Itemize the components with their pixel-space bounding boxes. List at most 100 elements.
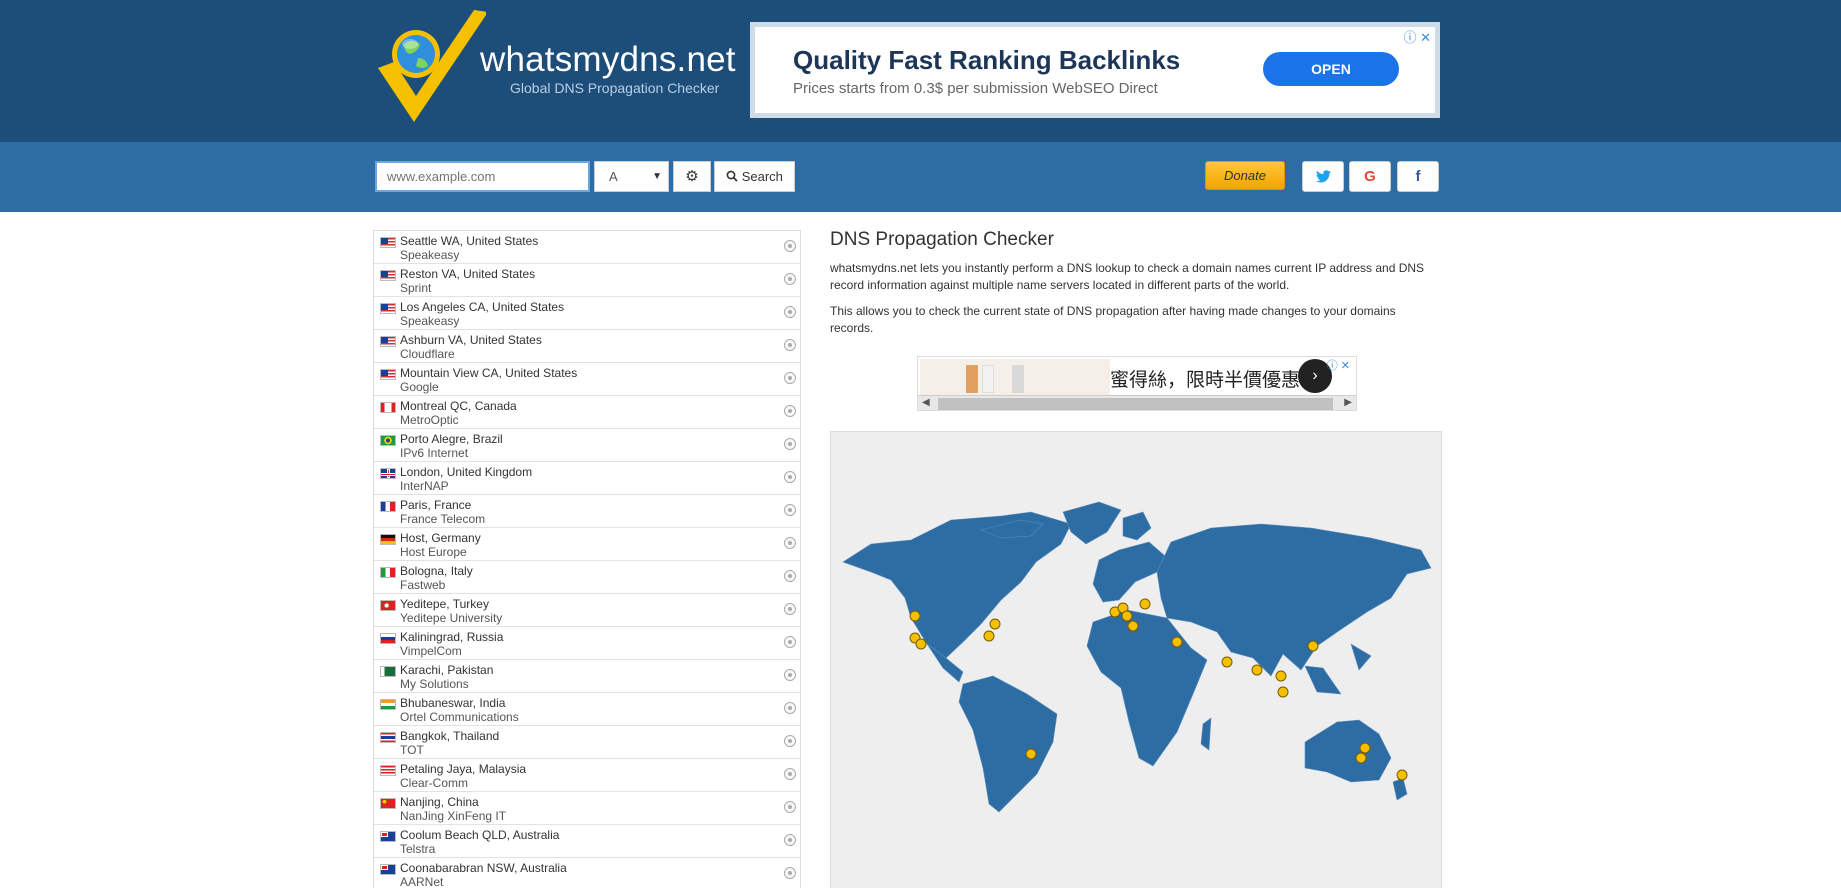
server-isp: Speakeasy [400,314,460,328]
server-location: Host, Germany [400,531,481,545]
server-row[interactable]: Petaling Jaya, Malaysia Clear-Comm [374,759,800,792]
advert-close-icon[interactable]: ⓘ ✕ [1327,357,1350,373]
flag-icon [380,534,396,545]
flag-icon [380,633,396,644]
server-location: Seattle WA, United States [400,234,539,248]
server-row[interactable]: Bangkok, Thailand TOT [374,726,800,759]
site-name: whatsmydns.net [480,40,736,79]
server-row[interactable]: Coolum Beach QLD, Australia Telstra [374,825,800,858]
flag-icon [380,303,396,314]
server-row[interactable]: Mountain View CA, United States Google [374,363,800,396]
top-advert[interactable]: Quality Fast Ranking Backlinks Prices st… [750,22,1440,118]
flag-icon [380,468,396,479]
flag-icon [380,666,396,677]
record-type-value: A [609,169,618,184]
server-location: London, United Kingdom [400,465,533,479]
world-map-graphic [842,501,1432,813]
server-isp: Sprint [400,281,432,295]
server-isp: MetroOptic [400,413,459,427]
server-isp: Yeditepe University [400,611,503,625]
flag-icon [380,600,396,611]
scroll-left-icon[interactable]: ◀ [922,397,930,408]
server-isp: France Telecom [400,512,486,526]
advert-scrollbar[interactable]: ◀ ▶ [918,395,1356,410]
flag-icon [380,336,396,347]
server-row[interactable]: Ashburn VA, United States Cloudflare [374,330,800,363]
advert-headline: Quality Fast Ranking Backlinks [793,45,1181,75]
settings-button[interactable]: ⚙ [673,161,711,192]
intro-paragraph: whatsmydns.net lets you instantly perfor… [830,261,1425,292]
search-icon [726,170,738,182]
server-location: Coolum Beach QLD, Australia [400,828,560,842]
donate-button[interactable]: Donate [1205,161,1285,190]
server-row[interactable]: Bhubaneswar, India Ortel Communications [374,693,800,726]
flag-icon [380,501,396,512]
status-icon [784,768,796,780]
server-location: Paris, France [400,498,472,512]
advert-open-button[interactable]: OPEN [1263,52,1399,86]
server-isp: Cloudflare [400,347,455,361]
world-map [830,431,1442,888]
google-icon: G [1364,168,1376,185]
server-row[interactable]: Seattle WA, United States Speakeasy [374,231,800,264]
record-type-select[interactable]: A ▼ [594,161,669,192]
server-row[interactable]: Coonabarabran NSW, Australia AARNet [374,858,800,888]
flag-icon [380,270,396,281]
server-row[interactable]: Karachi, Pakistan My Solutions [374,660,800,693]
server-isp: Host Europe [400,545,467,559]
twitter-button[interactable] [1302,161,1344,192]
server-row[interactable]: Host, Germany Host Europe [374,528,800,561]
flag-icon [380,831,396,842]
status-icon [784,372,796,384]
status-icon [784,801,796,813]
server-location: Bhubaneswar, India [400,696,506,710]
facebook-button[interactable]: f [1397,161,1439,192]
scroll-right-icon[interactable]: ▶ [1344,397,1352,408]
site-logo[interactable]: whatsmydns.net Global DNS Propagation Ch… [376,10,736,128]
site-tagline: Global DNS Propagation Checker [510,80,720,96]
server-row[interactable]: Bologna, Italy Fastweb [374,561,800,594]
status-icon [784,867,796,879]
server-row[interactable]: Montreal QC, Canada MetroOptic [374,396,800,429]
server-row[interactable]: Paris, France France Telecom [374,495,800,528]
scrollbar-thumb[interactable] [938,398,1333,410]
server-location: Coonabarabran NSW, Australia [400,861,567,875]
advert-close-icon[interactable]: ⓘ ✕ [1403,27,1431,46]
server-row[interactable]: Kaliningrad, Russia VimpelCom [374,627,800,660]
search-toolbar [0,142,1841,212]
status-icon [784,471,796,483]
server-isp: Telstra [400,842,436,856]
server-isp: NanJing XinFeng IT [400,809,507,823]
server-row[interactable]: Porto Alegre, Brazil IPv6 Internet [374,429,800,462]
middle-advert[interactable]: 蜜得絲，限時半價優惠5折 › ⓘ ✕ ◀ ▶ [917,356,1357,411]
google-button[interactable]: G [1349,161,1391,192]
server-list: Seattle WA, United States Speakeasy Reston… [373,230,801,888]
server-row[interactable]: London, United Kingdom InterNAP [374,462,800,495]
status-icon [784,669,796,681]
server-row[interactable]: Los Angeles CA, United States Speakeasy [374,297,800,330]
server-isp: IPv6 Internet [400,446,469,460]
server-row[interactable]: Reston VA, United States Sprint [374,264,800,297]
server-row[interactable]: Yeditepe, Turkey Yeditepe University [374,594,800,627]
advert-subline: Prices starts from 0.3$ per submission W… [793,80,1158,97]
flag-icon [380,732,396,743]
flag-icon [380,798,396,809]
status-icon [784,339,796,351]
flag-icon [380,369,396,380]
twitter-icon [1315,170,1331,183]
server-location: Los Angeles CA, United States [400,300,565,314]
flag-icon [380,402,396,413]
status-icon [784,306,796,318]
server-location: Bangkok, Thailand [400,729,500,743]
status-icon [784,240,796,252]
server-isp: AARNet [400,875,444,888]
server-isp: VimpelCom [400,644,462,658]
status-icon [784,438,796,450]
flag-icon [380,699,396,710]
server-isp: Fastweb [400,578,446,592]
search-input[interactable] [375,161,590,192]
flag-icon [380,864,396,875]
search-button[interactable]: Search [714,161,795,192]
server-location: Karachi, Pakistan [400,663,494,677]
server-row[interactable]: Nanjing, China NanJing XinFeng IT [374,792,800,825]
